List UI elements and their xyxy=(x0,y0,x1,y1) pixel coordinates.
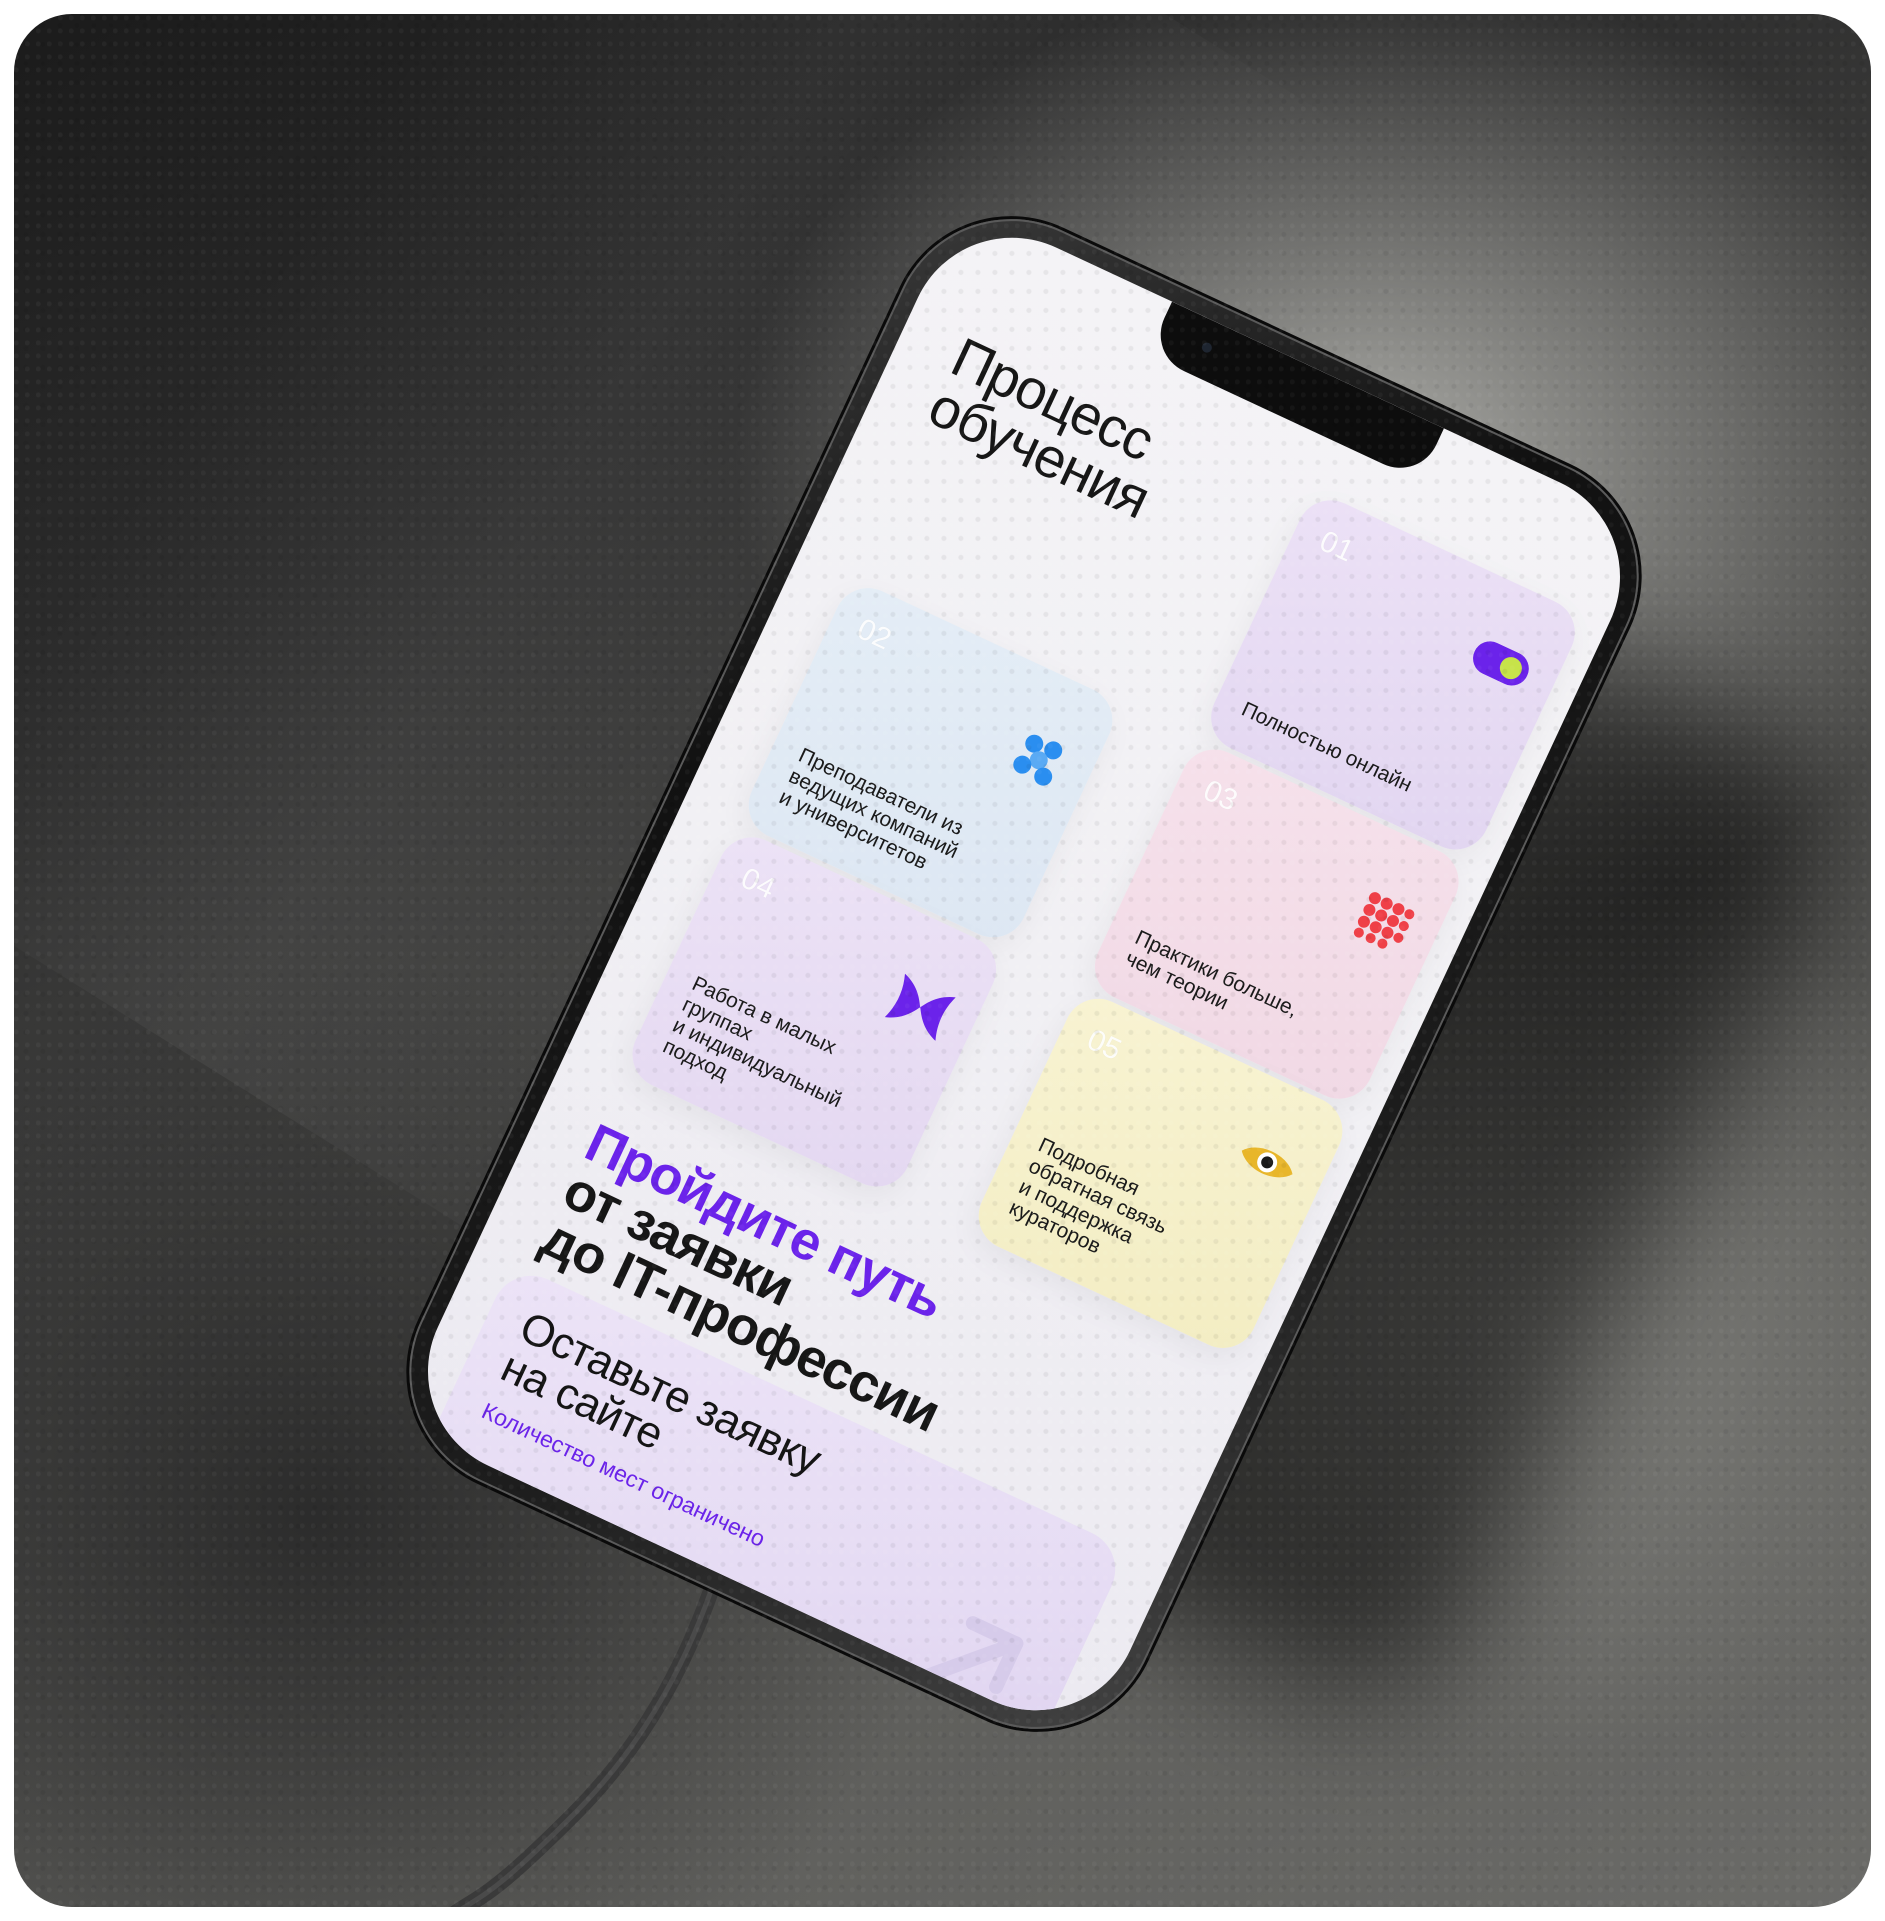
photo-frame: Процесс обучения 01 Полностью онлайн 02 xyxy=(14,14,1871,1907)
card-number: 02 xyxy=(852,612,897,657)
card-number: 01 xyxy=(1314,524,1359,569)
card-label: Работа в малых группах и индивидуальный … xyxy=(659,972,846,1113)
camera-icon xyxy=(1200,340,1214,355)
section-title: Процесс обучения xyxy=(919,325,1164,531)
